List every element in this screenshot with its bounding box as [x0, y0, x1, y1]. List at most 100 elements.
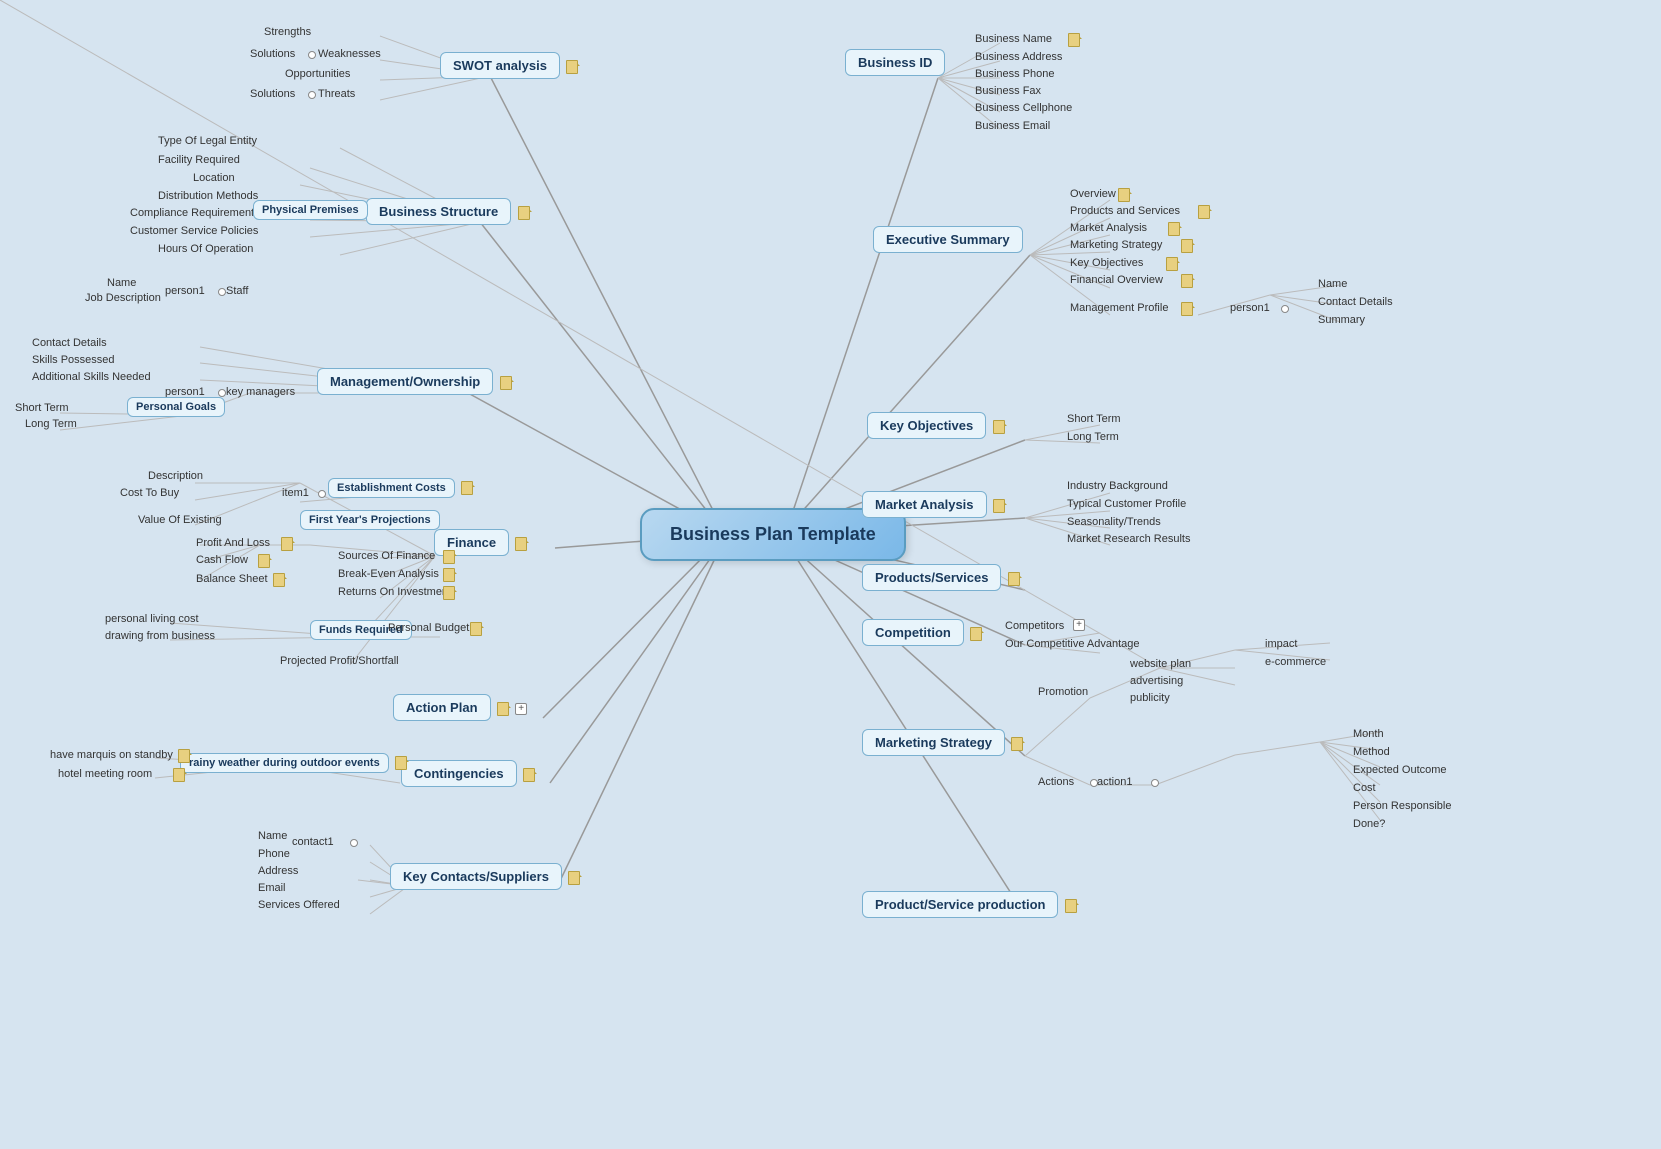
finance-note-icon[interactable] — [515, 537, 527, 551]
management-note-icon[interactable] — [500, 376, 512, 390]
finance-personal-budget-note[interactable] — [470, 622, 482, 636]
finance-break-even-note[interactable] — [443, 568, 455, 582]
business-structure-node[interactable]: Business Structure — [366, 204, 530, 220]
contingency-hotel: hotel meeting room — [58, 768, 152, 780]
establishment-costs-node[interactable]: Establishment Costs — [328, 480, 473, 495]
establishment-costs-note[interactable] — [461, 481, 473, 495]
key-objectives-node[interactable]: Key Objectives — [867, 418, 1005, 434]
swot-note-icon[interactable] — [566, 60, 578, 74]
finance-personal-budget: Personal Budget — [388, 622, 469, 634]
contacts-address: Address — [258, 865, 298, 877]
marketing-strategy-note[interactable] — [1011, 737, 1023, 751]
market-analysis-note[interactable] — [993, 499, 1005, 513]
exec-person1-name: Name — [1318, 278, 1347, 290]
customer-service-policies: Customer Service Policies — [130, 225, 258, 237]
swot-solutions1-dot — [308, 51, 316, 59]
contingencies-label: Contingencies — [401, 760, 517, 787]
rainy-weather-note[interactable] — [395, 756, 407, 770]
action-plan-expand[interactable]: + — [515, 703, 527, 715]
ms-impact: impact — [1265, 638, 1297, 650]
contacts-dot — [350, 839, 358, 847]
business-structure-note-icon[interactable] — [518, 206, 530, 220]
products-services-note[interactable] — [1008, 572, 1020, 586]
exec-market-analysis: Market Analysis — [1070, 222, 1147, 234]
finance-returns-note[interactable] — [443, 586, 455, 600]
contingency-hotel-note[interactable] — [173, 768, 185, 782]
exec-marketing-note[interactable] — [1181, 239, 1193, 253]
biz-cellphone: Business Cellphone — [975, 102, 1072, 114]
comp-advantage: Our Competitive Advantage — [1005, 638, 1140, 650]
swot-node[interactable]: SWOT analysis — [440, 58, 578, 74]
swot-opportunities: Opportunities — [285, 68, 350, 80]
finance-personal-living: personal living cost — [105, 613, 199, 625]
rainy-weather-node[interactable]: rainy weather during outdoor events — [180, 755, 407, 770]
finance-node[interactable]: Finance — [434, 535, 527, 551]
finance-projected: Projected Profit/Shortfall — [280, 655, 399, 667]
executive-summary-node[interactable]: Executive Summary — [873, 232, 1023, 247]
ms-advertising: advertising — [1130, 675, 1183, 687]
comp-competitors-expand[interactable]: + — [1073, 619, 1085, 631]
contingencies-node[interactable]: Contingencies — [401, 766, 535, 782]
management-label: Management/Ownership — [317, 368, 493, 395]
ma-typical-customer: Typical Customer Profile — [1067, 498, 1186, 510]
exec-products-services: Products and Services — [1070, 205, 1180, 217]
finance-sources-note[interactable] — [443, 550, 455, 564]
staff-job-desc: Job Description — [85, 292, 161, 304]
exec-overview-note[interactable] — [1118, 188, 1130, 202]
ms-expected-outcome: Expected Outcome — [1353, 764, 1447, 776]
market-analysis-node[interactable]: Market Analysis — [862, 497, 1005, 513]
exec-mgmt-note[interactable] — [1181, 302, 1193, 316]
key-contacts-node[interactable]: Key Contacts/Suppliers — [390, 869, 580, 885]
personal-goals-node[interactable]: Personal Goals — [127, 399, 225, 413]
finance-drawing: drawing from business — [105, 630, 215, 642]
products-services-node[interactable]: Products/Services — [862, 570, 1020, 586]
finance-balance-sheet-note[interactable] — [273, 573, 285, 587]
exec-key-obj-note[interactable] — [1166, 257, 1178, 271]
finance-break-even: Break-Even Analysis — [338, 568, 439, 580]
marketing-strategy-node[interactable]: Marketing Strategy — [862, 735, 1023, 751]
ms-action1: action1 — [1097, 776, 1132, 788]
ms-method: Method — [1353, 746, 1390, 758]
finance-cash-flow-note[interactable] — [258, 554, 270, 568]
products-services-label: Products/Services — [862, 564, 1001, 591]
finance-profit-loss: Profit And Loss — [196, 537, 270, 549]
exec-market-note[interactable] — [1168, 222, 1180, 236]
exec-fin-note[interactable] — [1181, 274, 1193, 288]
key-objectives-note[interactable] — [993, 420, 1005, 434]
exec-products-note[interactable] — [1198, 205, 1210, 219]
business-structure-label: Business Structure — [366, 198, 511, 225]
competition-note[interactable] — [970, 627, 982, 641]
staff-dot — [218, 288, 226, 296]
biz-name-note[interactable] — [1068, 33, 1080, 47]
action-plan-node[interactable]: Action Plan + — [393, 700, 527, 716]
exec-financial-overview: Financial Overview — [1070, 274, 1163, 286]
swot-label: SWOT analysis — [440, 52, 560, 79]
staff-person1: person1 — [165, 285, 205, 297]
ms-done: Done? — [1353, 818, 1385, 830]
swot-weaknesses: Weaknesses — [318, 48, 381, 60]
location: Location — [193, 172, 235, 184]
finance-cash-flow: Cash Flow — [196, 554, 248, 566]
action-plan-note[interactable] — [497, 702, 509, 716]
business-id-node[interactable]: Business ID — [845, 55, 945, 70]
competition-node[interactable]: Competition — [862, 625, 982, 641]
first-years-projections-node[interactable]: First Year's Projections — [300, 512, 440, 526]
management-node[interactable]: Management/Ownership — [317, 374, 512, 390]
swot-solutions2-dot — [308, 91, 316, 99]
product-service-prod-label: Product/Service production — [862, 891, 1058, 918]
ms-promotion: Promotion — [1038, 686, 1088, 698]
key-contacts-note[interactable] — [568, 871, 580, 885]
key-contacts-label: Key Contacts/Suppliers — [390, 863, 562, 890]
contingency-marquis-note[interactable] — [178, 749, 190, 763]
finance-profit-loss-note[interactable] — [281, 537, 293, 551]
product-service-prod-node[interactable]: Product/Service production — [862, 897, 1077, 913]
exec-key-objectives: Key Objectives — [1070, 257, 1143, 269]
contacts-services: Services Offered — [258, 899, 340, 911]
physical-premises-node[interactable]: Physical Premises — [253, 202, 368, 216]
product-service-prod-note[interactable] — [1065, 899, 1077, 913]
biz-email: Business Email — [975, 120, 1050, 132]
contingencies-note[interactable] — [523, 768, 535, 782]
ms-publicity: publicity — [1130, 692, 1170, 704]
marketing-strategy-label: Marketing Strategy — [862, 729, 1005, 756]
rainy-weather-label: rainy weather during outdoor events — [180, 753, 389, 773]
